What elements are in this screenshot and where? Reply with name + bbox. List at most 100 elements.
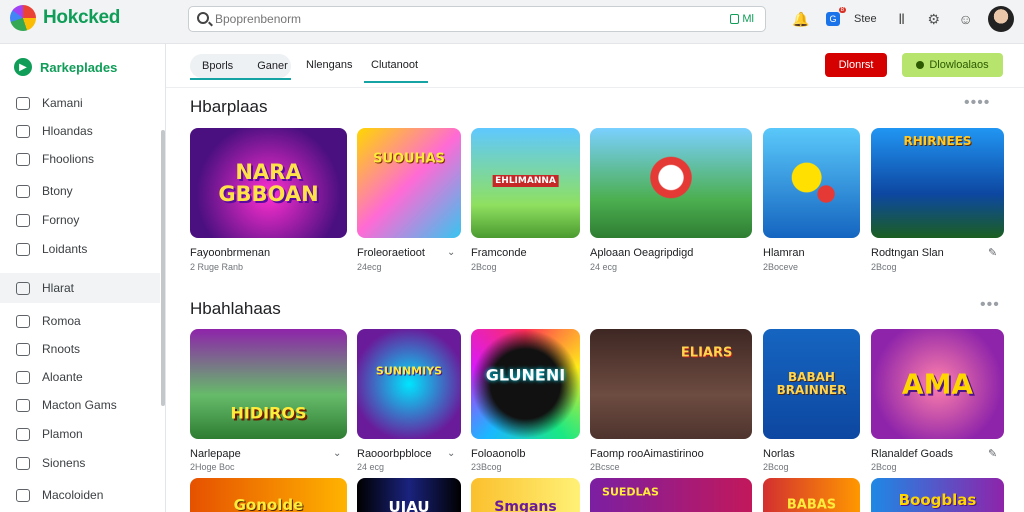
edit-icon[interactable]: ✎	[988, 447, 997, 460]
search-icon	[197, 12, 209, 24]
game-card[interactable]: EHLIMANNA	[471, 128, 580, 238]
search-input[interactable]	[215, 10, 695, 28]
people-icon	[16, 342, 30, 356]
game-card[interactable]: NARA GBBOAN	[190, 128, 347, 238]
settings-icon[interactable]: ⚙	[923, 8, 945, 30]
notification-icon[interactable]: 🔔	[790, 8, 812, 30]
game-card[interactable]: SUOUHAS	[357, 128, 461, 238]
app-logo[interactable]	[10, 5, 36, 31]
sidebar-item-9[interactable]: Rnoots	[0, 336, 160, 362]
game-title[interactable]: Raooorbpbloce	[357, 448, 432, 460]
sidebar-item-11[interactable]: Macton Gams	[0, 392, 160, 418]
home-icon	[16, 96, 30, 110]
account-label[interactable]: Stee	[854, 13, 877, 25]
chevron-down-icon[interactable]: ⌄	[333, 448, 341, 459]
game-card[interactable]: AMA	[871, 329, 1004, 439]
game-subtitle: 2Bcog	[763, 462, 789, 472]
sidebar-item-7[interactable]: Hlarat	[0, 273, 160, 303]
apps-icon[interactable]: G8	[822, 7, 846, 30]
game-card[interactable]: UIAU	[357, 478, 461, 512]
game-card[interactable]: Smgans	[471, 478, 580, 512]
tab-4[interactable]: Clutanoot	[371, 59, 418, 71]
badge-count: 8	[838, 7, 846, 13]
avatar[interactable]	[988, 6, 1014, 32]
help-icon[interactable]: ☺	[955, 8, 977, 30]
primary-red-button[interactable]: Dlonrst	[825, 53, 887, 77]
game-title[interactable]: Hlamran	[763, 247, 805, 259]
game-subtitle: 24 ecg	[590, 262, 618, 272]
download-icon	[916, 61, 925, 69]
game-subtitle: 2Bcog	[871, 262, 897, 272]
sidebar-item-2[interactable]: Hloandas	[0, 118, 160, 144]
sidebar-header[interactable]: ▶ Rarkeplades	[14, 58, 117, 76]
game-art-text: GLUNENI	[485, 365, 566, 385]
game-title[interactable]: Fayoonbrmenan	[190, 247, 270, 259]
tab-3[interactable]: Nlengans	[306, 59, 352, 71]
sidebar-item-3[interactable]: Fhoolions	[0, 146, 160, 172]
grid-icon	[16, 124, 30, 138]
sidebar-item-12[interactable]: Plamon	[0, 421, 160, 447]
mail-icon	[16, 242, 30, 256]
tab-segment-left[interactable]: Bporls	[190, 60, 245, 72]
sidebar-item-6[interactable]: Loidants	[0, 236, 160, 262]
game-card[interactable]: BABAH BRAINNER	[763, 329, 860, 439]
search-icon	[16, 370, 30, 384]
sidebar-scrollbar[interactable]	[161, 130, 165, 406]
game-card[interactable]	[763, 128, 860, 238]
search-bar[interactable]: Ml	[188, 6, 766, 32]
game-subtitle: 24 ecg	[357, 462, 385, 472]
sidebar-item-1[interactable]: Kamani	[0, 90, 160, 116]
section-title-2: Hbahlahaas	[190, 299, 281, 318]
app-brand[interactable]: Hokcked	[43, 7, 120, 29]
game-title[interactable]: Rodtngan Slan	[871, 247, 944, 259]
chevron-down-icon[interactable]: ⌄	[447, 247, 455, 258]
game-card[interactable]	[590, 128, 752, 238]
game-card[interactable]: HIDIROS	[190, 329, 347, 439]
edit-icon[interactable]: ✎	[988, 246, 997, 259]
sidebar-item-14[interactable]: Macoloiden	[0, 482, 160, 508]
game-subtitle: 24ecg	[357, 262, 382, 272]
game-title[interactable]: Norlas	[763, 448, 795, 460]
download-button[interactable]: Dlowloalaos	[902, 53, 1003, 77]
game-title[interactable]: Narlepape	[190, 448, 241, 460]
game-subtitle: 2Hoge Boc	[190, 462, 235, 472]
settings-icon	[16, 488, 30, 502]
search-filter-chip[interactable]: Ml	[726, 11, 758, 27]
game-art-text: AMA	[901, 367, 974, 401]
active-tab-underline	[364, 81, 428, 83]
game-title[interactable]: Froleoraetioot	[357, 247, 425, 259]
game-card[interactable]: BABAS	[763, 478, 860, 512]
more-options-icon[interactable]: •••	[980, 296, 1000, 314]
game-card[interactable]: ELIARS	[590, 329, 752, 439]
sidebar-item-8[interactable]: Romoa	[0, 308, 160, 334]
game-card[interactable]: GLUNENI	[471, 329, 580, 439]
game-art-text: BABAS	[786, 497, 837, 512]
sidebar-item-5[interactable]: Fornoy	[0, 207, 160, 233]
menu-lines-icon[interactable]: Ⅱ	[891, 8, 913, 30]
game-subtitle: 2Bcsce	[590, 462, 620, 472]
sidebar-item-10[interactable]: Aloante	[0, 364, 160, 390]
game-card[interactable]: Gonolde	[190, 478, 347, 512]
section-title-1: Hbarplaas	[190, 97, 268, 116]
game-title[interactable]: Faomp rooAimastirinoo	[590, 448, 704, 460]
game-subtitle: 23Bcog	[471, 462, 502, 472]
game-title[interactable]: Framconde	[471, 247, 527, 259]
game-art-text: RHIRNEES	[903, 134, 972, 149]
more-options-icon[interactable]: ••••	[964, 94, 990, 112]
game-card[interactable]: Boogblas	[871, 478, 1004, 512]
game-card[interactable]: RHIRNEES	[871, 128, 1004, 238]
game-card[interactable]: SUEDLAS	[590, 478, 752, 512]
sidebar-item-4[interactable]: Btony	[0, 178, 160, 204]
game-title[interactable]: Foloaonolb	[471, 448, 525, 460]
game-art-text: SUNNMIYS	[375, 364, 443, 378]
tab-bar: Bporls Ganer Nlengans Clutanoot Dlonrst …	[166, 44, 1024, 88]
chevron-down-icon[interactable]: ⌄	[447, 448, 455, 459]
tab-segment-right[interactable]: Ganer	[245, 60, 300, 72]
game-art-text: UIAU	[388, 497, 430, 512]
sidebar-item-13[interactable]: Sionens	[0, 450, 160, 476]
game-title[interactable]: Rlanaldef Goads	[871, 448, 953, 460]
game-title[interactable]: Aploaan Oeagripdigd	[590, 247, 693, 259]
lock-icon	[16, 152, 30, 166]
game-card[interactable]: SUNNMIYS	[357, 329, 461, 439]
segment-underline	[190, 78, 291, 80]
